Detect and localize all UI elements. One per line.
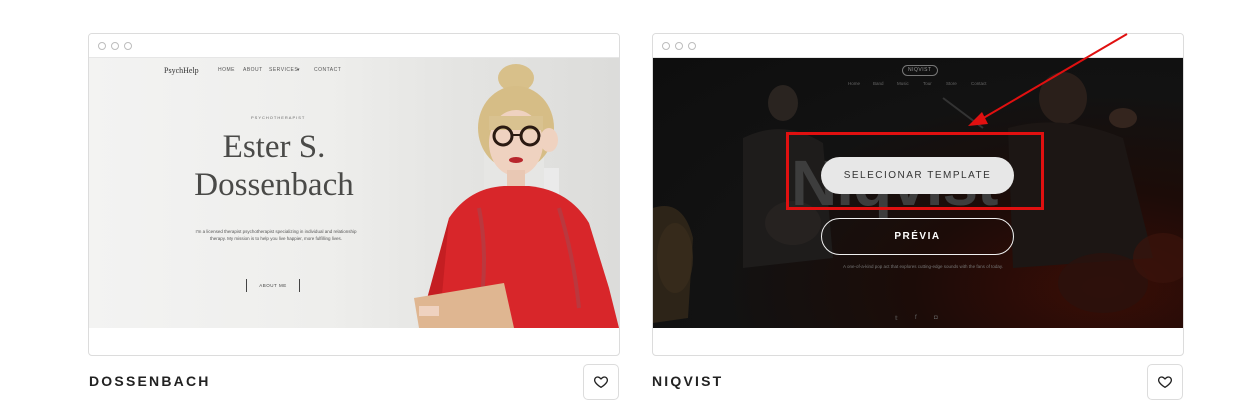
window-dot-icon — [124, 42, 132, 50]
annotation-highlight-box — [786, 132, 1044, 210]
window-dot-icon — [111, 42, 119, 50]
twitter-icon: 𝕥 — [895, 316, 898, 322]
preview-nav-item: Band — [873, 81, 884, 86]
preview-nav-item: Store — [946, 81, 957, 86]
window-dot-icon — [98, 42, 106, 50]
preview-tagline: A one-of-a-kind pop act that explores cu… — [842, 264, 1004, 269]
favorite-button[interactable] — [583, 364, 619, 400]
preview-nav-item: ABOUT — [243, 67, 263, 73]
favorite-button[interactable] — [1147, 364, 1183, 400]
preview-nav-item: Tour — [923, 81, 932, 86]
preview-nav-item: Music — [897, 81, 909, 86]
browser-chrome — [653, 34, 1183, 58]
chevron-down-icon: ▾ — [297, 67, 301, 73]
woman-photo-image — [414, 64, 619, 328]
preview-brand: PsychHelp — [164, 66, 199, 75]
window-dot-icon — [688, 42, 696, 50]
window-dot-icon — [675, 42, 683, 50]
preview-nav-item: SERVICES — [269, 67, 299, 73]
preview-button[interactable]: PRÉVIA — [821, 218, 1014, 255]
preview-description: I'm a licensed therapist psychotherapist… — [195, 229, 357, 241]
facebook-icon: f — [915, 315, 917, 321]
preview-heading-line: Dossenbach — [194, 167, 354, 203]
template-title: NIQVIST — [652, 373, 724, 389]
template-title: DOSSENBACH — [89, 373, 211, 389]
template-preview-dossenbach[interactable]: PsychHelp HOME ABOUT SERVICES ▾ CONTACT … — [89, 58, 619, 328]
preview-about-button: ABOUT ME — [246, 279, 300, 292]
browser-chrome — [89, 34, 619, 58]
preview-nav-item: CONTACT — [314, 67, 342, 73]
heart-outline-icon — [594, 376, 608, 388]
preview-heading-line: Ester S. — [222, 129, 326, 165]
preview-nav-item: HOME — [218, 67, 235, 73]
preview-logo: NIQVIST — [902, 65, 938, 76]
template-card-dossenbach[interactable]: PsychHelp HOME ABOUT SERVICES ▾ CONTACT … — [88, 33, 620, 356]
window-dot-icon — [662, 42, 670, 50]
preview-nav-item: Contact — [971, 81, 987, 86]
preview-heading: Ester S. Dossenbach — [179, 128, 369, 204]
heart-outline-icon — [1158, 376, 1172, 388]
instagram-icon: ◘ — [934, 315, 938, 321]
preview-nav-item: Home — [848, 81, 861, 86]
preview-eyebrow: PSYCHOTHERAPIST — [251, 115, 306, 120]
